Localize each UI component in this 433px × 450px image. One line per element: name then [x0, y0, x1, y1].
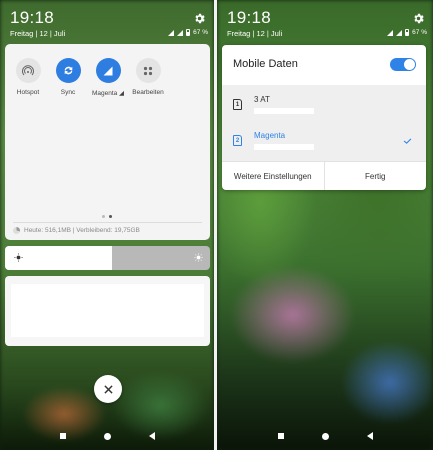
- status-bar: 19:18 Freitag | 12 | Juli 67 %: [0, 0, 214, 44]
- date: Freitag | 12 | Juli: [10, 29, 66, 38]
- page-indicator: [102, 215, 112, 218]
- signal-icon: [177, 29, 184, 36]
- signal-icon: [168, 29, 175, 36]
- system-icons: 67 %: [387, 29, 427, 36]
- divider: [13, 222, 202, 223]
- sim-card-icon: 2: [233, 135, 242, 146]
- home-button[interactable]: [321, 432, 329, 440]
- hotspot-icon: [15, 58, 41, 83]
- battery-icon: [405, 29, 410, 36]
- data-usage-text: Heute: 516,1MB | Verbleibend: 19,75GB: [24, 227, 140, 234]
- recents-button[interactable]: [277, 433, 284, 439]
- quick-settings-panel: Hotspot Sync Magenta ◢ Bearbeiten Heute:…: [5, 44, 210, 240]
- mobile-data-toggle[interactable]: [390, 58, 416, 71]
- notification-card[interactable]: [5, 276, 210, 346]
- sync-icon: [55, 58, 81, 83]
- signal-icon: [396, 29, 403, 36]
- page-dot: [102, 215, 105, 218]
- battery-level: 67 %: [193, 29, 208, 36]
- sim-number-redacted: [254, 144, 314, 150]
- data-usage[interactable]: Heute: 516,1MB | Verbleibend: 19,75GB: [13, 227, 140, 234]
- status-bar: 19:18 Freitag | 12 | Juli 67 %: [217, 0, 433, 44]
- more-settings-button[interactable]: Weitere Einstellungen: [222, 162, 324, 190]
- brightness-low-icon: [14, 253, 23, 262]
- check-icon: [403, 138, 412, 144]
- navigation-bar: [217, 430, 433, 442]
- dialog-buttons: Weitere Einstellungen Fertig: [222, 161, 426, 190]
- mobile-data-screen: 19:18 Freitag | 12 | Juli 67 % Mobile Da…: [217, 0, 433, 450]
- clear-notifications-button[interactable]: [94, 375, 122, 403]
- back-button[interactable]: [366, 432, 373, 440]
- grid-icon: [135, 58, 161, 83]
- sim-number-redacted: [254, 108, 314, 114]
- tile-hotspot[interactable]: Hotspot: [13, 58, 43, 97]
- sim-name: Magenta: [254, 131, 286, 140]
- sim-option-1[interactable]: 1 3 AT: [222, 89, 426, 125]
- quick-settings-tiles: Hotspot Sync Magenta ◢ Bearbeiten: [13, 58, 164, 97]
- gear-icon[interactable]: [193, 12, 206, 25]
- tile-mobile-data[interactable]: Magenta ◢: [91, 58, 125, 97]
- data-usage-icon: [13, 227, 20, 234]
- dialog-title: Mobile Daten: [233, 58, 298, 70]
- sim-name: 3 AT: [254, 95, 270, 104]
- done-button[interactable]: Fertig: [323, 162, 427, 190]
- signal-icon: [95, 58, 121, 83]
- sim-list: 1 3 AT 2 Magenta: [222, 85, 426, 161]
- sim-card-icon: 1: [233, 99, 242, 110]
- gear-icon[interactable]: [412, 12, 425, 25]
- tile-sync[interactable]: Sync: [53, 58, 83, 97]
- quick-settings-screen: 19:18 Freitag | 12 | Juli 67 % Hotspot S…: [0, 0, 214, 450]
- brightness-slider[interactable]: [5, 246, 210, 270]
- back-button[interactable]: [148, 432, 155, 440]
- navigation-bar: [0, 430, 214, 442]
- signal-icon: [387, 29, 394, 36]
- date: Freitag | 12 | Juli: [227, 29, 283, 38]
- brightness-high-icon: [194, 253, 203, 262]
- notification-content: [11, 284, 204, 337]
- system-icons: 67 %: [168, 29, 208, 36]
- battery-icon: [186, 29, 191, 36]
- sim-option-2[interactable]: 2 Magenta: [222, 125, 426, 161]
- battery-level: 67 %: [412, 29, 427, 36]
- tile-label: Hotspot: [16, 89, 40, 96]
- clock: 19:18: [10, 8, 55, 27]
- tile-label: Magenta ◢: [91, 90, 125, 97]
- mobile-data-dialog: Mobile Daten 1 3 AT 2 Magenta Weitere Ei…: [222, 45, 426, 190]
- close-icon: [103, 384, 113, 394]
- tile-label: Bearbeiten: [132, 89, 164, 96]
- recents-button[interactable]: [59, 433, 66, 439]
- home-button[interactable]: [103, 432, 111, 440]
- tile-label: Sync: [60, 89, 76, 96]
- page-dot: [109, 215, 112, 218]
- clock: 19:18: [227, 8, 272, 27]
- tile-edit[interactable]: Bearbeiten: [132, 58, 164, 97]
